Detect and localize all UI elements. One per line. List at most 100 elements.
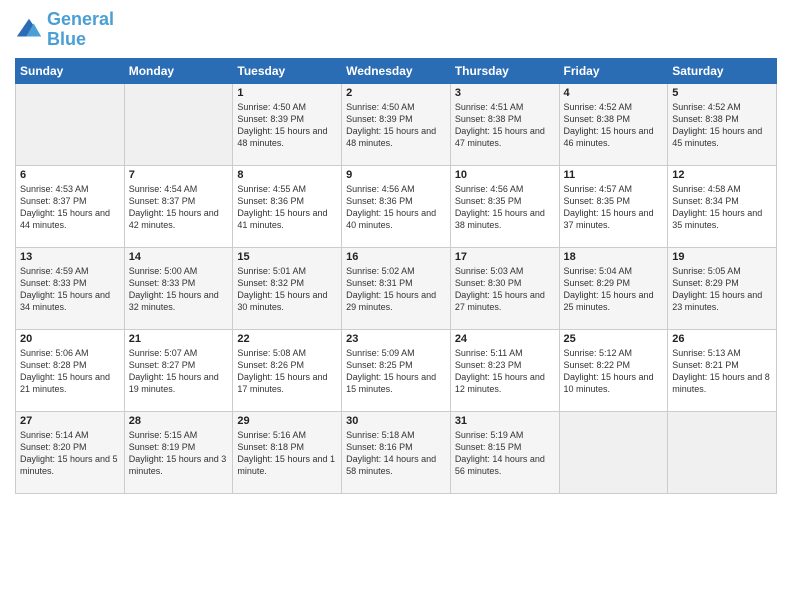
day-number: 25	[564, 333, 664, 345]
cell-details: Sunrise: 5:14 AMSunset: 8:20 PMDaylight:…	[20, 429, 120, 478]
weekday-header-row: SundayMondayTuesdayWednesdayThursdayFrid…	[16, 58, 777, 83]
calendar-cell: 11 Sunrise: 4:57 AMSunset: 8:35 PMDayligh…	[559, 165, 668, 247]
calendar-cell: 9 Sunrise: 4:56 AMSunset: 8:36 PMDaylight…	[342, 165, 451, 247]
calendar-cell: 19 Sunrise: 5:05 AMSunset: 8:29 PMDayligh…	[668, 247, 777, 329]
day-number: 6	[20, 169, 120, 181]
calendar-cell: 7 Sunrise: 4:54 AMSunset: 8:37 PMDaylight…	[124, 165, 233, 247]
calendar-cell: 4Sunrise: 4:52 AMSunset: 8:38 PMDaylight…	[559, 83, 668, 165]
calendar-cell: 20 Sunrise: 5:06 AMSunset: 8:28 PMDayligh…	[16, 329, 125, 411]
calendar-table: SundayMondayTuesdayWednesdayThursdayFrid…	[15, 58, 777, 494]
calendar-cell: 28Sunrise: 5:15 AMSunset: 8:19 PMDayligh…	[124, 411, 233, 493]
day-number: 27	[20, 415, 120, 427]
cell-details: Sunrise: 5:02 AMSunset: 8:31 PMDaylight:…	[346, 265, 446, 314]
cell-details: Sunrise: 4:51 AMSunset: 8:38 PMDaylight:…	[455, 101, 555, 150]
calendar-cell: 21 Sunrise: 5:07 AMSunset: 8:27 PMDayligh…	[124, 329, 233, 411]
calendar-cell: 27 Sunrise: 5:14 AMSunset: 8:20 PMDayligh…	[16, 411, 125, 493]
calendar-cell: 6 Sunrise: 4:53 AMSunset: 8:37 PMDaylight…	[16, 165, 125, 247]
logo: General Blue	[15, 10, 114, 50]
cell-details: Sunrise: 5:09 AMSunset: 8:25 PMDaylight:…	[346, 347, 446, 396]
weekday-header-sunday: Sunday	[16, 58, 125, 83]
calendar-cell: 26 Sunrise: 5:13 AMSunset: 8:21 PMDayligh…	[668, 329, 777, 411]
cell-details: Sunrise: 5:00 AMSunset: 8:33 PMDaylight:…	[129, 265, 229, 314]
day-number: 12	[672, 169, 772, 181]
cell-details: Sunrise: 4:59 AMSunset: 8:33 PMDaylight:…	[20, 265, 120, 314]
cell-details: Sunrise: 4:57 AMSunset: 8:35 PMDaylight:…	[564, 183, 664, 232]
calendar-cell: 18Sunrise: 5:04 AMSunset: 8:29 PMDayligh…	[559, 247, 668, 329]
cell-details: Sunrise: 4:50 AMSunset: 8:39 PMDaylight:…	[346, 101, 446, 150]
day-number: 14	[129, 251, 229, 263]
day-number: 9	[346, 169, 446, 181]
day-number: 2	[346, 87, 446, 99]
cell-details: Sunrise: 5:16 AMSunset: 8:18 PMDaylight:…	[237, 429, 337, 478]
weekday-header-wednesday: Wednesday	[342, 58, 451, 83]
day-number: 24	[455, 333, 555, 345]
cell-details: Sunrise: 4:52 AMSunset: 8:38 PMDaylight:…	[672, 101, 772, 150]
weekday-header-saturday: Saturday	[668, 58, 777, 83]
cell-details: Sunrise: 4:56 AMSunset: 8:36 PMDaylight:…	[346, 183, 446, 232]
calendar-cell	[16, 83, 125, 165]
header: General Blue	[15, 10, 777, 50]
day-number: 28	[129, 415, 229, 427]
calendar-cell: 16 Sunrise: 5:02 AMSunset: 8:31 PMDayligh…	[342, 247, 451, 329]
week-row-4: 20 Sunrise: 5:06 AMSunset: 8:28 PMDayligh…	[16, 329, 777, 411]
day-number: 22	[237, 333, 337, 345]
day-number: 23	[346, 333, 446, 345]
cell-details: Sunrise: 5:18 AMSunset: 8:16 PMDaylight:…	[346, 429, 446, 478]
week-row-3: 13 Sunrise: 4:59 AMSunset: 8:33 PMDayligh…	[16, 247, 777, 329]
calendar-cell: 30 Sunrise: 5:18 AMSunset: 8:16 PMDayligh…	[342, 411, 451, 493]
calendar-cell: 13 Sunrise: 4:59 AMSunset: 8:33 PMDayligh…	[16, 247, 125, 329]
calendar-cell: 24 Sunrise: 5:11 AMSunset: 8:23 PMDayligh…	[450, 329, 559, 411]
logo-text: General Blue	[47, 10, 114, 50]
page: General Blue SundayMondayTuesdayWednesda…	[0, 0, 792, 612]
calendar-cell: 17 Sunrise: 5:03 AMSunset: 8:30 PMDayligh…	[450, 247, 559, 329]
cell-details: Sunrise: 5:07 AMSunset: 8:27 PMDaylight:…	[129, 347, 229, 396]
day-number: 7	[129, 169, 229, 181]
cell-details: Sunrise: 5:11 AMSunset: 8:23 PMDaylight:…	[455, 347, 555, 396]
day-number: 17	[455, 251, 555, 263]
calendar-cell: 29 Sunrise: 5:16 AMSunset: 8:18 PMDayligh…	[233, 411, 342, 493]
cell-details: Sunrise: 5:19 AMSunset: 8:15 PMDaylight:…	[455, 429, 555, 478]
calendar-cell: 2 Sunrise: 4:50 AMSunset: 8:39 PMDaylight…	[342, 83, 451, 165]
cell-details: Sunrise: 4:54 AMSunset: 8:37 PMDaylight:…	[129, 183, 229, 232]
day-number: 16	[346, 251, 446, 263]
week-row-1: 1 Sunrise: 4:50 AMSunset: 8:39 PMDaylight…	[16, 83, 777, 165]
cell-details: Sunrise: 5:03 AMSunset: 8:30 PMDaylight:…	[455, 265, 555, 314]
cell-details: Sunrise: 4:56 AMSunset: 8:35 PMDaylight:…	[455, 183, 555, 232]
day-number: 30	[346, 415, 446, 427]
day-number: 31	[455, 415, 555, 427]
weekday-header-thursday: Thursday	[450, 58, 559, 83]
day-number: 13	[20, 251, 120, 263]
cell-details: Sunrise: 5:12 AMSunset: 8:22 PMDaylight:…	[564, 347, 664, 396]
day-number: 21	[129, 333, 229, 345]
day-number: 15	[237, 251, 337, 263]
day-number: 3	[455, 87, 555, 99]
day-number: 10	[455, 169, 555, 181]
weekday-header-friday: Friday	[559, 58, 668, 83]
day-number: 11	[564, 169, 664, 181]
calendar-cell: 8 Sunrise: 4:55 AMSunset: 8:36 PMDaylight…	[233, 165, 342, 247]
calendar-cell: 3 Sunrise: 4:51 AMSunset: 8:38 PMDaylight…	[450, 83, 559, 165]
cell-details: Sunrise: 5:08 AMSunset: 8:26 PMDaylight:…	[237, 347, 337, 396]
cell-details: Sunrise: 4:55 AMSunset: 8:36 PMDaylight:…	[237, 183, 337, 232]
day-number: 20	[20, 333, 120, 345]
calendar-cell: 10 Sunrise: 4:56 AMSunset: 8:35 PMDayligh…	[450, 165, 559, 247]
logo-icon	[15, 16, 43, 44]
day-number: 8	[237, 169, 337, 181]
calendar-cell: 14 Sunrise: 5:00 AMSunset: 8:33 PMDayligh…	[124, 247, 233, 329]
cell-details: Sunrise: 5:13 AMSunset: 8:21 PMDaylight:…	[672, 347, 772, 396]
day-number: 4	[564, 87, 664, 99]
cell-details: Sunrise: 5:06 AMSunset: 8:28 PMDaylight:…	[20, 347, 120, 396]
day-number: 19	[672, 251, 772, 263]
cell-details: Sunrise: 4:53 AMSunset: 8:37 PMDaylight:…	[20, 183, 120, 232]
day-number: 26	[672, 333, 772, 345]
calendar-cell	[668, 411, 777, 493]
calendar-cell: 12 Sunrise: 4:58 AMSunset: 8:34 PMDayligh…	[668, 165, 777, 247]
cell-details: Sunrise: 5:04 AMSunset: 8:29 PMDaylight:…	[564, 265, 664, 314]
cell-details: Sunrise: 5:05 AMSunset: 8:29 PMDaylight:…	[672, 265, 772, 314]
cell-details: Sunrise: 4:58 AMSunset: 8:34 PMDaylight:…	[672, 183, 772, 232]
calendar-cell: 15Sunrise: 5:01 AMSunset: 8:32 PMDayligh…	[233, 247, 342, 329]
day-number: 1	[237, 87, 337, 99]
week-row-2: 6 Sunrise: 4:53 AMSunset: 8:37 PMDaylight…	[16, 165, 777, 247]
calendar-cell: 5Sunrise: 4:52 AMSunset: 8:38 PMDaylight…	[668, 83, 777, 165]
day-number: 29	[237, 415, 337, 427]
